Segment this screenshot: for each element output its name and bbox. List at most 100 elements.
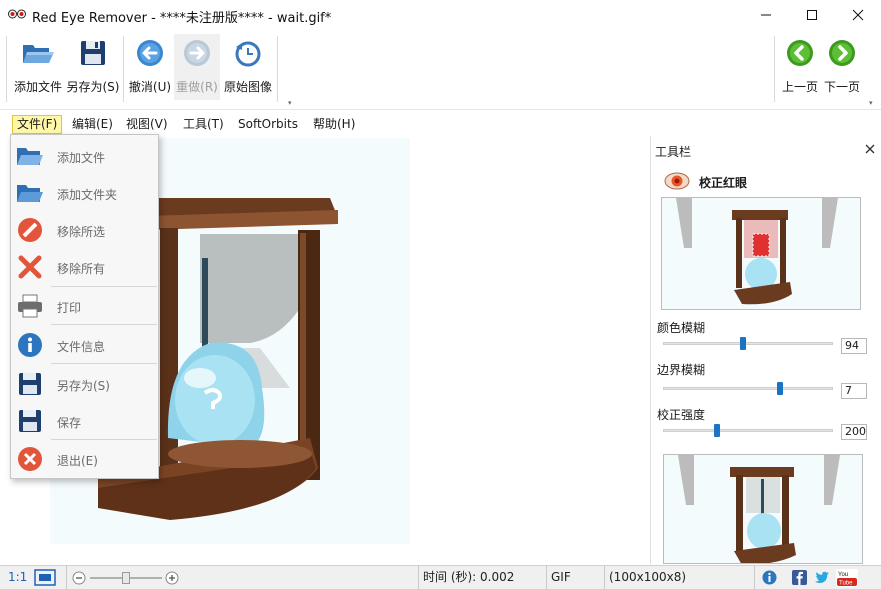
tool-panel: 工具栏 校正红眼 颜色模糊 94 边 — [650, 136, 881, 564]
svg-text:You: You — [838, 572, 848, 578]
redo-button[interactable]: 重做(R) — [174, 34, 220, 100]
zoom-out-icon[interactable] — [72, 571, 86, 585]
remove-all-icon — [16, 253, 44, 281]
add-file-button[interactable]: 添加文件 — [12, 34, 64, 100]
menu-file[interactable]: 文件(F) — [12, 115, 62, 134]
redo-arrow-icon — [180, 36, 214, 70]
menu-item-label: 移除所有 — [57, 260, 105, 277]
edge-blur-slider[interactable] — [663, 387, 833, 390]
window-title: Red Eye Remover - ****未注册版**** - wait.gi… — [32, 7, 331, 26]
ribbon-toolbar: 添加文件 另存为(S) 撤消(U) — [0, 30, 881, 110]
edge-blur-value[interactable]: 7 — [841, 383, 867, 399]
menu-item-remove-selected[interactable]: 移除所选 — [11, 211, 158, 248]
toolbar-overflow-icon[interactable]: ▾ — [869, 100, 876, 106]
remove-selected-icon — [16, 216, 44, 244]
add-file-label: 添加文件 — [14, 78, 62, 95]
menu-help[interactable]: 帮助(H) — [309, 115, 359, 134]
before-preview — [661, 197, 861, 310]
green-back-arrow-icon — [783, 36, 817, 70]
app-window: Red Eye Remover - ****未注册版**** - wait.gi… — [0, 0, 881, 589]
menu-tools[interactable]: 工具(T) — [179, 115, 228, 134]
save-as-label: 另存为(S) — [67, 78, 120, 95]
menu-item-exit[interactable]: 退出(E) — [11, 440, 158, 477]
correction-strength-value[interactable]: 200 — [841, 424, 867, 440]
minimize-button[interactable] — [743, 0, 789, 30]
menu-item-label: 文件信息 — [57, 338, 105, 355]
zoom-slider-thumb[interactable] — [122, 572, 130, 584]
svg-text:Tube: Tube — [839, 581, 853, 587]
facebook-icon[interactable] — [792, 570, 807, 585]
color-blur-thumb[interactable] — [740, 337, 746, 350]
twitter-icon[interactable] — [814, 570, 830, 585]
menu-view[interactable]: 视图(V) — [122, 115, 172, 134]
edge-blur-thumb[interactable] — [777, 382, 783, 395]
next-page-button[interactable]: 下一页 — [822, 34, 862, 100]
info-circle-icon[interactable] — [762, 570, 777, 585]
floppy-disk-icon — [76, 36, 110, 70]
menu-item-remove-all[interactable]: 移除所有 — [11, 248, 158, 285]
save-icon — [16, 407, 44, 435]
clock-history-icon — [231, 36, 265, 70]
panel-close-icon[interactable] — [864, 143, 876, 155]
menu-separator — [51, 324, 157, 325]
info-icon — [16, 331, 44, 359]
printer-icon — [16, 292, 44, 320]
processing-time: 时间 (秒): 0.002 — [418, 566, 546, 589]
file-format: GIF — [546, 566, 604, 589]
image-dimensions: (100x100x8) — [604, 566, 754, 589]
correction-strength-thumb[interactable] — [714, 424, 720, 437]
status-divider — [66, 566, 67, 589]
menu-item-print[interactable]: 打印 — [11, 287, 158, 324]
fit-screen-icon[interactable] — [34, 569, 56, 586]
title-bar: Red Eye Remover - ****未注册版**** - wait.gi… — [0, 0, 881, 30]
original-image-button[interactable]: 原始图像 — [221, 34, 275, 100]
close-button[interactable] — [835, 0, 881, 30]
add-file-icon — [16, 142, 44, 170]
color-blur-slider[interactable] — [663, 342, 833, 345]
open-folder-icon — [21, 36, 55, 70]
menu-item-file-info[interactable]: 文件信息 — [11, 326, 158, 363]
save-as-button[interactable]: 另存为(S) — [66, 34, 120, 100]
tool-name: 校正红眼 — [699, 174, 747, 191]
zoom-in-icon[interactable] — [165, 571, 179, 585]
menu-edit[interactable]: 编辑(E) — [68, 115, 117, 134]
minimize-icon — [760, 9, 772, 21]
panel-title: 工具栏 — [655, 143, 691, 160]
color-blur-value[interactable]: 94 — [841, 338, 867, 354]
menu-item-add-folder[interactable]: 添加文件夹 — [11, 174, 158, 211]
zoom-ratio-button[interactable]: 1:1 — [8, 570, 27, 584]
maximize-button[interactable] — [789, 0, 835, 30]
original-image-label: 原始图像 — [224, 78, 272, 95]
after-preview — [663, 454, 863, 564]
toolbar-overflow-icon[interactable]: ▾ — [288, 100, 295, 106]
menu-item-add-file[interactable]: 添加文件 — [11, 137, 158, 174]
close-icon — [852, 9, 864, 21]
menu-item-label: 另存为(S) — [57, 377, 110, 394]
color-blur-label: 颜色模糊 — [657, 319, 705, 336]
prev-page-label: 上一页 — [782, 78, 818, 95]
toolbar-divider — [123, 36, 124, 102]
undo-arrow-icon — [133, 36, 167, 70]
menu-item-label: 保存 — [57, 414, 81, 431]
menu-item-label: 添加文件 — [57, 149, 105, 166]
menu-item-save[interactable]: 保存 — [11, 402, 158, 439]
undo-label: 撤消(U) — [129, 78, 171, 95]
maximize-icon — [806, 9, 818, 21]
next-page-label: 下一页 — [824, 78, 860, 95]
app-logo-icon — [8, 8, 26, 20]
prev-page-button[interactable]: 上一页 — [780, 34, 820, 100]
save-as-icon — [16, 370, 44, 398]
redo-label: 重做(R) — [176, 78, 218, 95]
status-divider — [754, 566, 755, 589]
file-dropdown-menu: 添加文件 添加文件夹 移除所选 移除所有 打印 — [10, 134, 159, 479]
toolbar-divider — [277, 36, 278, 102]
menu-softorbits[interactable]: SoftOrbits — [234, 115, 302, 134]
exit-icon — [16, 445, 44, 473]
status-bar: 1:1 时间 (秒): 0.002 GIF (100x100x8) You — [0, 565, 881, 589]
menu-item-save-as[interactable]: 另存为(S) — [11, 365, 158, 402]
youtube-icon[interactable]: You Tube — [836, 569, 858, 587]
menu-separator — [51, 363, 157, 364]
correction-strength-slider[interactable] — [663, 429, 833, 432]
undo-button[interactable]: 撤消(U) — [127, 34, 173, 100]
edge-blur-label: 边界模糊 — [657, 361, 705, 378]
